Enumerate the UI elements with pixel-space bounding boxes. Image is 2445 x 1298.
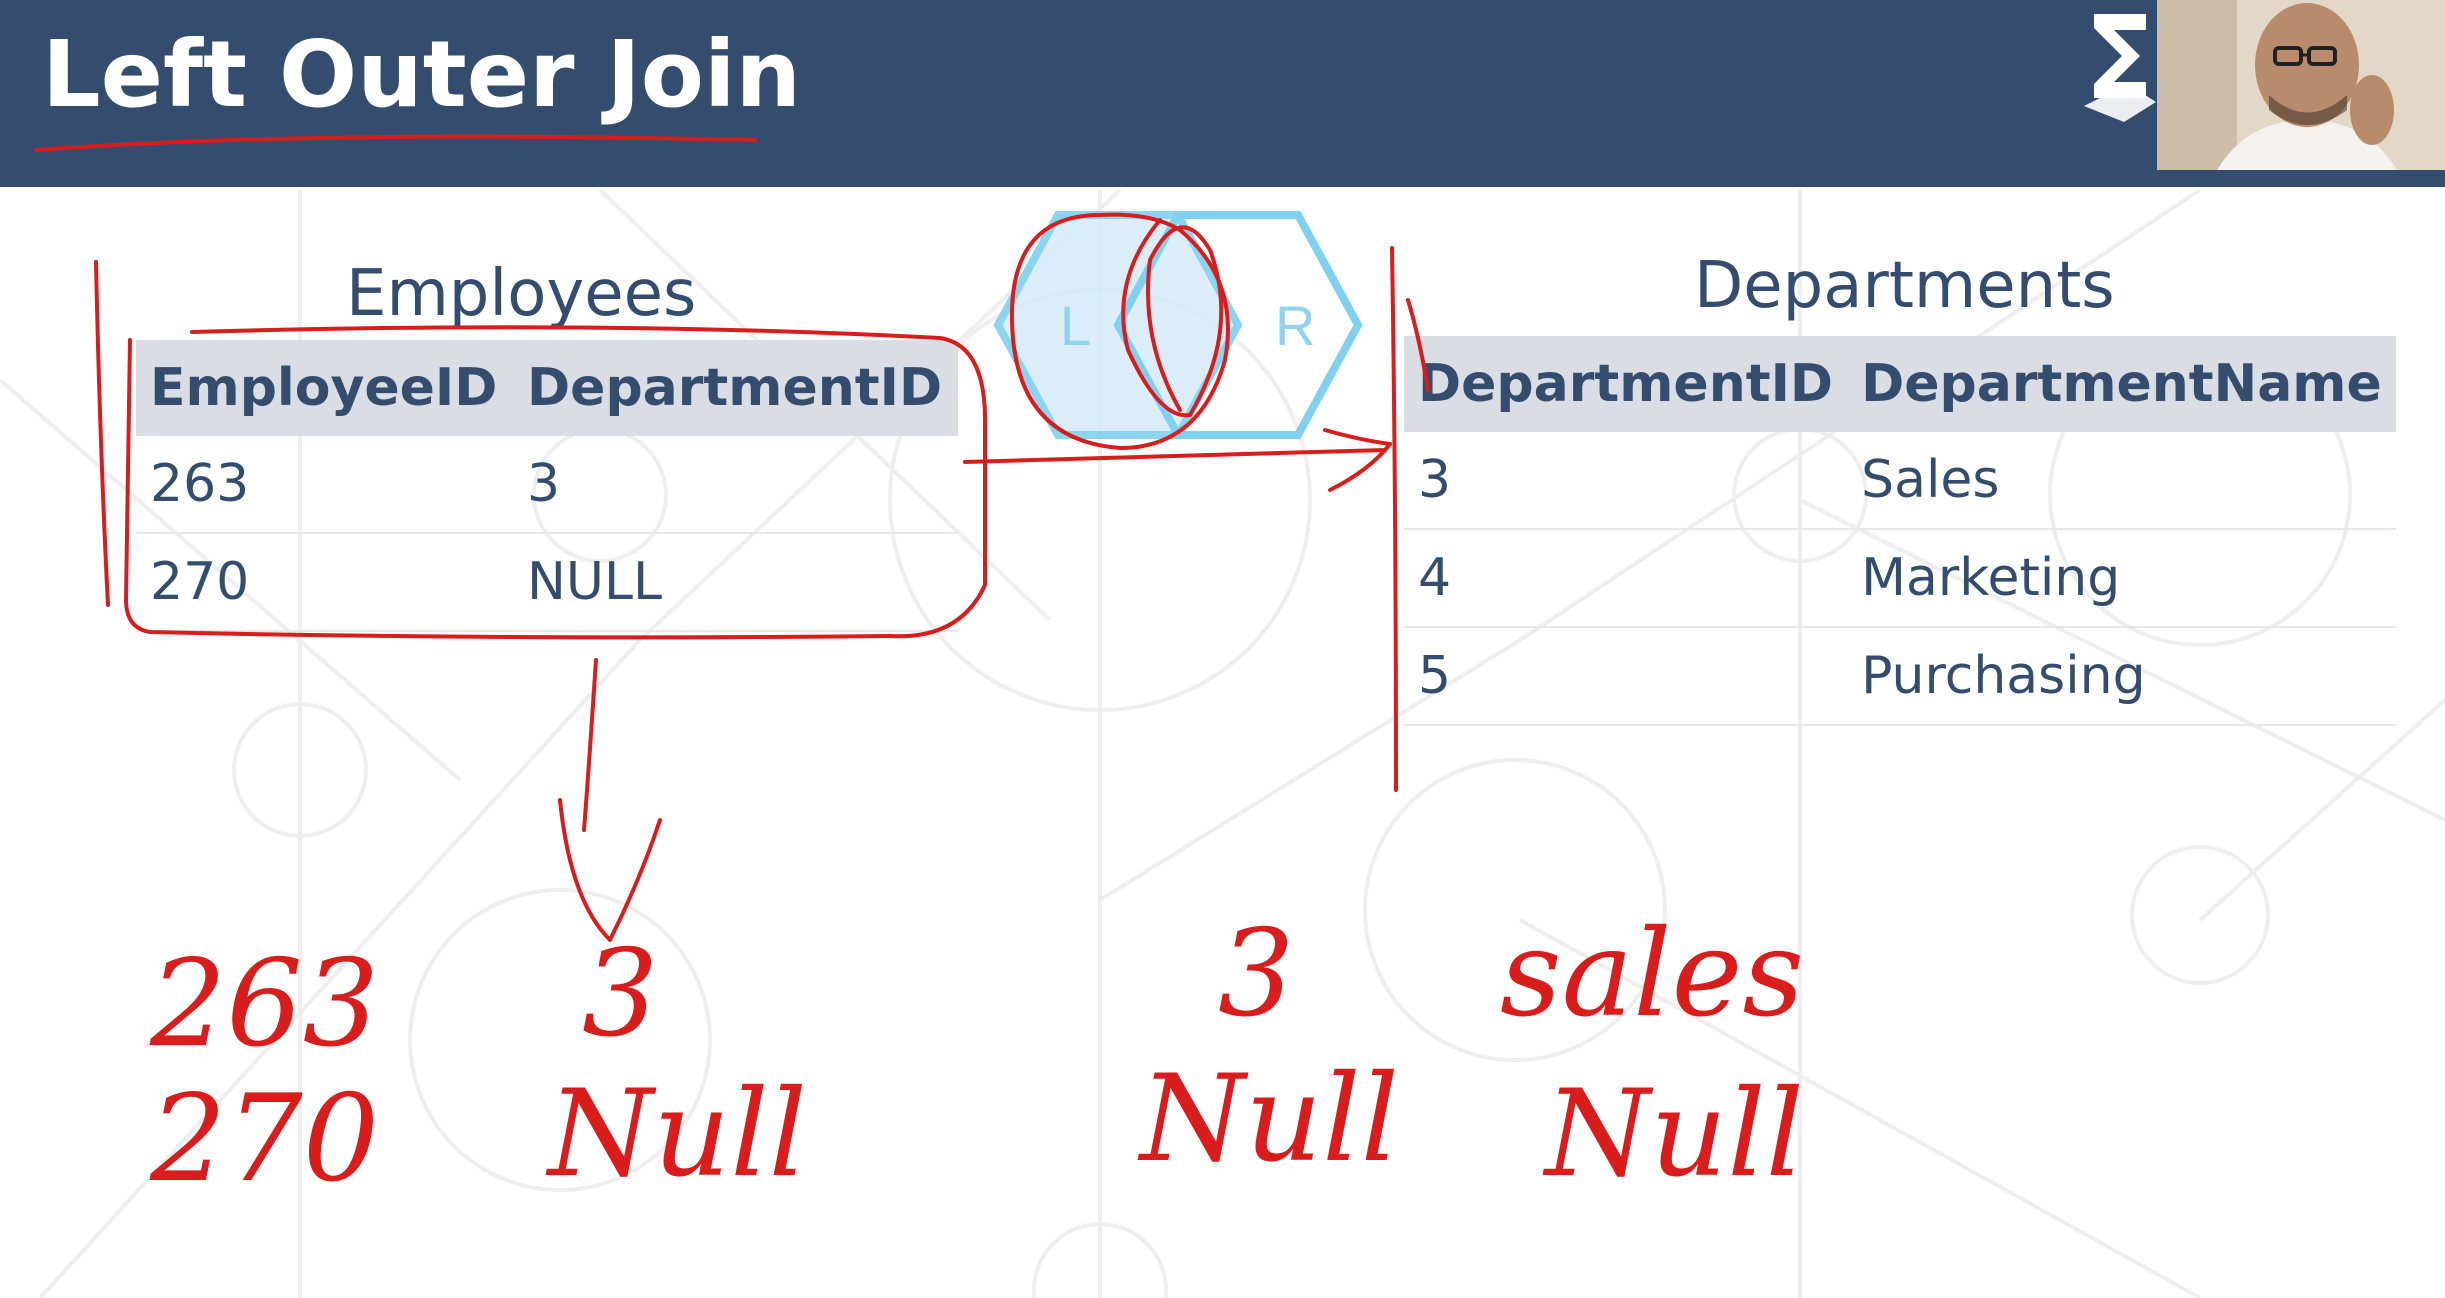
ink-left-id-2: 270 xyxy=(150,1070,380,1209)
employees-col-departmentid: DepartmentID xyxy=(513,340,958,436)
table-cell: Marketing xyxy=(1847,529,2396,628)
ink-right-id-1: 3 xyxy=(1218,905,1295,1044)
ink-left-dept-1: 3 xyxy=(582,925,659,1064)
employees-caption: Employees xyxy=(346,257,697,331)
table-row: 5 Purchasing xyxy=(1404,627,2396,726)
table-cell: 270 xyxy=(136,533,514,632)
presenter-webcam xyxy=(2157,0,2445,170)
venn-diagram: L R xyxy=(993,211,1363,439)
venn-left-label: L xyxy=(1060,294,1091,357)
departments-table: DepartmentID DepartmentName 3 Sales 4 Ma… xyxy=(1404,336,2396,726)
ink-left-dept-2: Null xyxy=(548,1065,808,1204)
table-cell: Purchasing xyxy=(1847,627,2396,726)
table-row: 4 Marketing xyxy=(1404,529,2396,628)
ink-right-name-1: sales xyxy=(1500,905,1805,1044)
table-cell: 3 xyxy=(513,436,958,534)
employees-col-employeeid: EmployeeID xyxy=(136,340,514,436)
table-cell: 4 xyxy=(1404,529,1848,628)
slide-title: Left Outer Join xyxy=(42,21,801,128)
table-row: 270 NULL xyxy=(136,533,958,632)
table-cell: 3 xyxy=(1404,432,1848,530)
employees-table: EmployeeID DepartmentID 263 3 270 NULL xyxy=(136,340,958,632)
ink-right-id-2: Null xyxy=(1140,1050,1400,1189)
table-cell: NULL xyxy=(513,533,958,632)
departments-col-departmentid: DepartmentID xyxy=(1404,336,1848,432)
ink-right-name-2: Null xyxy=(1545,1065,1805,1204)
ink-left-id-1: 263 xyxy=(150,935,380,1074)
venn-right-label: R xyxy=(1275,294,1315,357)
brand-logo-icon xyxy=(2084,14,2156,122)
table-cell: 263 xyxy=(136,436,514,534)
departments-col-departmentname: DepartmentName xyxy=(1847,336,2396,432)
table-cell: Sales xyxy=(1847,432,2396,530)
table-row: 3 Sales xyxy=(1404,432,2396,530)
table-cell: 5 xyxy=(1404,627,1848,726)
departments-caption: Departments xyxy=(1694,249,2115,323)
table-row: 263 3 xyxy=(136,436,958,534)
